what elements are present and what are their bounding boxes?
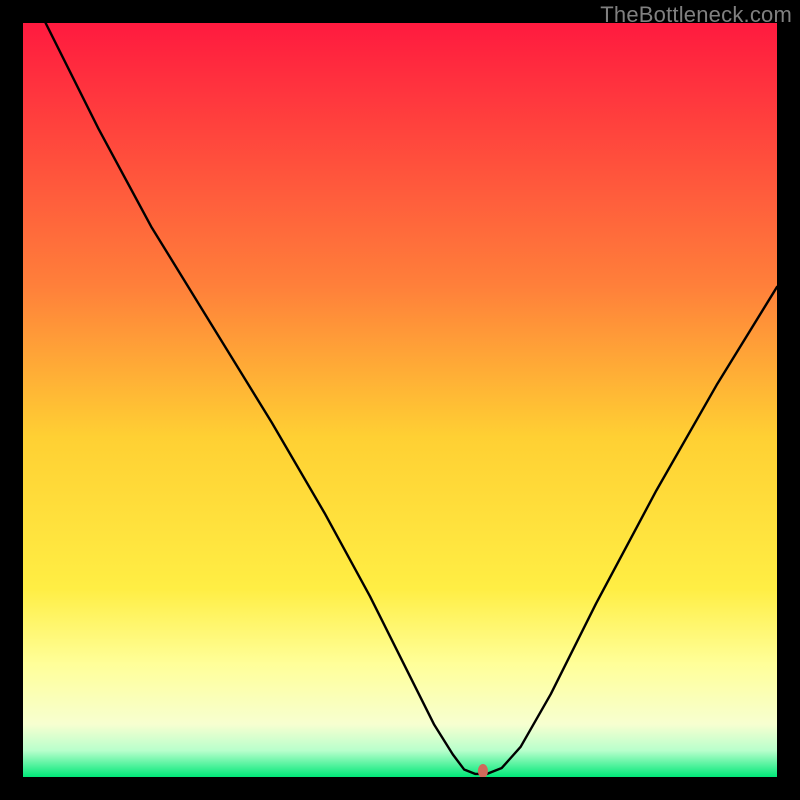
chart-background	[23, 23, 777, 777]
chart-frame: TheBottleneck.com	[0, 0, 800, 800]
plot-area	[23, 23, 777, 777]
chart-svg	[23, 23, 777, 777]
watermark-text: TheBottleneck.com	[600, 2, 792, 28]
